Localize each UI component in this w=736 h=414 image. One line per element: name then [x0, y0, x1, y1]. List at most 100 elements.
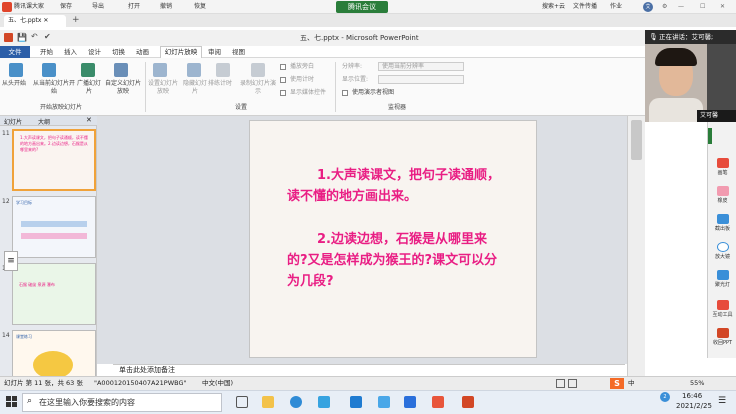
toolbar-undo-button[interactable]: 撤销	[160, 2, 172, 12]
custom-show-button[interactable]: 自定义幻灯片放映	[104, 80, 142, 96]
toolbar-open-button[interactable]: 打开	[128, 2, 140, 12]
link-search[interactable]: 搜索+云	[542, 2, 565, 12]
slide-thumbnail-current[interactable]: 1.大声读课文，把句子读通顺，读不懂的地方画出来。2.边读边想，石猴是从哪里来的…	[12, 129, 96, 191]
zoom-level[interactable]: 55%	[690, 377, 704, 390]
app-icon[interactable]	[404, 396, 416, 408]
show-on-label: 显示位置:	[342, 76, 369, 83]
presenter-view-label: 使用演示者视图	[352, 89, 395, 96]
browser-tab[interactable]: 五、七.pptx ✕	[4, 15, 66, 27]
tab-slides[interactable]: 幻灯片	[4, 117, 22, 126]
setup-show-button[interactable]: 设置幻灯片放映	[146, 80, 180, 96]
from-current-icon[interactable]	[42, 63, 56, 77]
menu-home[interactable]: 开始	[40, 47, 53, 57]
link-homework[interactable]: 作业	[610, 2, 622, 12]
sorter-view-icon[interactable]	[568, 379, 577, 388]
tool-cut-board[interactable]: 截出板	[708, 214, 736, 232]
setup-show-icon[interactable]	[153, 63, 167, 77]
browser-tab-bar: 五、七.pptx ✕ +	[0, 14, 736, 27]
group-monitors-label: 监视器	[388, 104, 407, 111]
from-beginning-button[interactable]: 从头开始	[2, 80, 26, 88]
redo-icon[interactable]: ✔	[44, 32, 51, 41]
powerpoint-taskbar-icon[interactable]	[462, 396, 474, 408]
undo-icon[interactable]: ↶	[31, 32, 38, 41]
toolbar-export-button[interactable]: 导出	[92, 2, 104, 12]
settings-icon[interactable]: ⚙	[662, 2, 667, 12]
windows-start-icon[interactable]	[6, 396, 17, 407]
presenter-view-checkbox[interactable]	[342, 90, 348, 96]
menu-slideshow[interactable]: 幻灯片放映	[160, 46, 202, 58]
hide-slide-icon[interactable]	[187, 63, 201, 77]
tool-eraser[interactable]: 橡皮	[708, 186, 736, 204]
tab-outline[interactable]: 大纲	[38, 117, 50, 126]
broadcast-icon[interactable]	[81, 63, 95, 77]
ie-icon[interactable]	[350, 396, 362, 408]
menu-view[interactable]: 视图	[232, 47, 245, 57]
tool-magnifier[interactable]: 放大镜	[708, 242, 736, 260]
tool-pen[interactable]: 画笔	[708, 158, 736, 176]
hide-slide-button[interactable]: 隐藏幻灯片	[182, 80, 208, 96]
taskbar-search-input[interactable]: 在这里输入你要搜索的内容	[22, 393, 222, 412]
menu-animations[interactable]: 动画	[136, 47, 149, 57]
notification-badge[interactable]: 2	[660, 392, 670, 402]
vertical-scrollbar[interactable]	[627, 116, 645, 376]
menu-handle-icon[interactable]: ≡	[4, 251, 18, 271]
custom-show-icon[interactable]	[114, 63, 128, 77]
edge-icon[interactable]	[290, 396, 302, 408]
link-file[interactable]: 文件传播	[573, 2, 597, 12]
notes-pane[interactable]: 单击此处添加备注	[113, 364, 625, 376]
tool-recall-ppt[interactable]: 收回PPT	[708, 328, 736, 346]
resolution-select[interactable]: 使用当前分辨率	[378, 62, 464, 71]
normal-view-icon[interactable]	[556, 379, 565, 388]
timings-checkbox[interactable]	[280, 77, 286, 83]
clock-time[interactable]: 16:46	[682, 392, 702, 400]
toolbar-redo-button[interactable]: 恢复	[194, 2, 206, 12]
minimize-icon[interactable]: —	[678, 2, 684, 12]
rehearse-icon[interactable]	[216, 63, 230, 77]
menu-file[interactable]: 文件	[0, 46, 30, 58]
sogou-ime-icon[interactable]: S	[610, 378, 624, 389]
record-button[interactable]: 录制幻灯片演示	[238, 80, 278, 96]
task-view-icon[interactable]	[236, 396, 248, 408]
slide-paragraph-2[interactable]: 2.边读边想，石猴是从哪里来的?又是怎样成为猴王的?课文可以分为几段?	[287, 229, 507, 292]
narration-checkbox[interactable]	[280, 64, 286, 70]
app-logo-icon	[2, 2, 12, 12]
new-tab-icon[interactable]: +	[72, 15, 80, 25]
thumbnail-text: 课堂练习	[16, 334, 32, 339]
menu-insert[interactable]: 插入	[64, 47, 77, 57]
tencent-meeting-button[interactable]: 腾讯会议	[336, 1, 388, 13]
browser-top-bar: 腾讯课大家 保存 导出 打开 撤销 恢复 腾讯会议 搜索+云 文件传播 作业 艾…	[0, 0, 736, 14]
slide-thumbnail[interactable]: 石猴 破绽 泉源 瀑布	[12, 263, 96, 325]
media-controls-checkbox[interactable]	[280, 90, 286, 96]
record-icon[interactable]	[251, 63, 265, 77]
slide-thumbnail[interactable]: 学习目标	[12, 196, 96, 258]
browser-icon[interactable]	[318, 396, 330, 408]
from-beginning-icon[interactable]	[9, 63, 23, 77]
broadcast-button[interactable]: 广播幻灯片	[76, 80, 102, 96]
current-slide[interactable]: 1.大声读课文，把句子读通顺，读不懂的地方画出来。 2.边读边想，石猴是从哪里来…	[249, 120, 537, 358]
menu-review[interactable]: 审阅	[208, 47, 221, 57]
ime-mode[interactable]: 中	[628, 377, 635, 390]
app-icon[interactable]	[432, 396, 444, 408]
close-icon[interactable]: ✕	[720, 2, 725, 12]
interactive-icon	[716, 300, 729, 310]
menu-transitions[interactable]: 切换	[112, 47, 125, 57]
action-center-icon[interactable]: ☰	[718, 396, 726, 406]
file-explorer-icon[interactable]	[262, 396, 274, 408]
from-current-button[interactable]: 从当前幻灯片开始	[32, 80, 76, 96]
clock-date[interactable]: 2021/2/25	[676, 402, 712, 410]
pen-icon	[716, 158, 729, 168]
rehearse-button[interactable]: 排练计时	[208, 80, 232, 88]
scroll-thumb[interactable]	[631, 120, 642, 160]
menu-design[interactable]: 设计	[88, 47, 101, 57]
tool-spotlight[interactable]: 聚光灯	[708, 270, 736, 288]
user-avatar[interactable]: 艾	[643, 2, 653, 12]
slide-paragraph-1[interactable]: 1.大声读课文，把句子读通顺，读不懂的地方画出来。	[287, 165, 507, 207]
slide-number: 11	[2, 130, 10, 137]
tool-interactive[interactable]: 互动工具	[708, 300, 736, 318]
save-icon[interactable]: 💾	[17, 33, 27, 42]
close-pane-icon[interactable]: ✕	[86, 116, 92, 124]
toolbar-save-button[interactable]: 保存	[60, 2, 72, 12]
app-icon[interactable]	[378, 396, 390, 408]
maximize-icon[interactable]: ☐	[700, 2, 705, 12]
show-on-select[interactable]	[378, 75, 464, 84]
